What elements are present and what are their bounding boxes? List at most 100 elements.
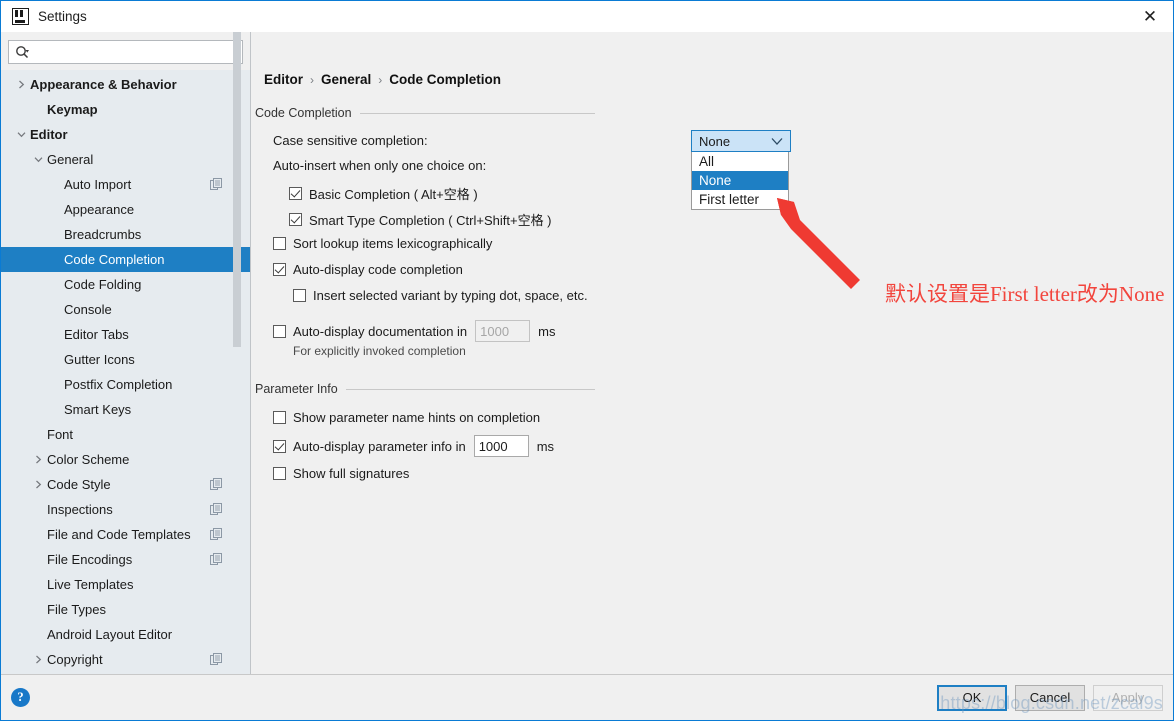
sidebar-item-smart-keys[interactable]: Smart Keys — [1, 397, 250, 422]
copy-settings-icon[interactable] — [210, 653, 222, 668]
copy-settings-icon[interactable] — [210, 178, 222, 193]
sidebar-item-appearance-behavior[interactable]: Appearance & Behavior — [1, 72, 250, 97]
sidebar-item-code-style[interactable]: Code Style — [1, 472, 250, 497]
breadcrumb-part-editor[interactable]: Editor — [264, 72, 303, 87]
auto-display-documentation-row[interactable]: Auto-display documentation in 1000 ms — [273, 320, 556, 342]
auto-display-documentation-unit: ms — [538, 323, 556, 339]
search-input[interactable] — [30, 42, 242, 62]
sidebar-item-label: Postfix Completion — [64, 377, 173, 392]
case-sensitive-completion-options[interactable]: All None First letter — [691, 152, 789, 210]
sidebar-item-file-and-code-templates[interactable]: File and Code Templates — [1, 522, 250, 547]
sidebar-item-inspections[interactable]: Inspections — [1, 497, 250, 522]
sidebar-item-gutter-icons[interactable]: Gutter Icons — [1, 347, 250, 372]
chevron-down-icon[interactable] — [13, 130, 30, 139]
sidebar-item-color-scheme[interactable]: Color Scheme — [1, 447, 250, 472]
show-full-signatures-row[interactable]: Show full signatures — [273, 466, 409, 481]
sidebar-item-label: Color Scheme — [47, 452, 130, 467]
sidebar-item-label: General — [47, 152, 94, 167]
sidebar-item-code-folding[interactable]: Code Folding — [1, 272, 250, 297]
case-sensitive-option-none[interactable]: None — [692, 171, 788, 190]
settings-main-panel: Editor › General › Code Completion Code … — [251, 32, 1173, 674]
sidebar-scrollbar-thumb[interactable] — [233, 32, 241, 347]
group-header-code-completion: Code Completion — [255, 106, 595, 120]
auto-display-code-completion-row[interactable]: Auto-display code completion — [273, 262, 463, 277]
sidebar-item-keymap[interactable]: Keymap — [1, 97, 250, 122]
sidebar-item-auto-import[interactable]: Auto Import — [1, 172, 250, 197]
chevron-down-icon[interactable] — [30, 155, 47, 164]
basic-completion-checkbox[interactable] — [289, 187, 302, 200]
sidebar-item-editor-tabs[interactable]: Editor Tabs — [1, 322, 250, 347]
sidebar-item-label: Smart Keys — [64, 402, 132, 417]
close-icon[interactable]: ✕ — [1127, 1, 1173, 32]
copy-settings-icon[interactable] — [210, 553, 222, 568]
sort-lookup-checkbox[interactable] — [273, 237, 286, 250]
ok-button[interactable]: OK — [937, 684, 1007, 711]
help-icon[interactable]: ? — [11, 688, 30, 707]
auto-insert-label: Auto-insert when only one choice on: — [273, 158, 487, 173]
case-sensitive-option-all[interactable]: All — [692, 152, 788, 171]
sidebar-item-postfix-completion[interactable]: Postfix Completion — [1, 372, 250, 397]
dialog-footer: ? OK Cancel Apply https://blog.csdn.net/… — [1, 674, 1173, 720]
smart-type-completion-checkbox[interactable] — [289, 213, 302, 226]
basic-completion-row[interactable]: Basic Completion ( Alt+空格 ) — [289, 184, 478, 203]
case-sensitive-completion-row: Case sensitive completion: — [273, 133, 428, 148]
copy-settings-icon[interactable] — [210, 478, 222, 493]
settings-sidebar: Appearance & Behavior Keymap Editor General… — [1, 32, 251, 674]
sidebar-item-editor[interactable]: Editor — [1, 122, 250, 147]
auto-display-documentation-delay-input[interactable]: 1000 — [475, 320, 531, 342]
hint-text: For explicitly invoked completion — [293, 344, 466, 358]
window-title: Settings — [38, 9, 87, 24]
show-parameter-hints-row[interactable]: Show parameter name hints on completion — [273, 410, 540, 425]
sidebar-item-label: Live Templates — [47, 577, 134, 592]
auto-display-parameter-info-checkbox[interactable] — [273, 439, 286, 453]
sort-lookup-row[interactable]: Sort lookup items lexicographically — [273, 236, 492, 251]
sidebar-item-general[interactable]: General — [1, 147, 250, 172]
sidebar-item-label: Editor — [30, 127, 68, 142]
sidebar-item-label: Keymap — [47, 102, 98, 117]
show-parameter-hints-checkbox[interactable] — [273, 411, 286, 424]
chevron-right-icon: › — [378, 72, 383, 87]
insert-selected-variant-checkbox[interactable] — [293, 289, 306, 302]
chevron-right-icon[interactable] — [30, 655, 47, 664]
divider — [359, 112, 595, 114]
insert-selected-variant-row[interactable]: Insert selected variant by typing dot, s… — [293, 288, 588, 303]
show-full-signatures-checkbox[interactable] — [273, 467, 286, 480]
cancel-button[interactable]: Cancel — [1015, 684, 1085, 711]
sidebar-item-android-layout-editor[interactable]: Android Layout Editor — [1, 622, 250, 647]
copy-settings-icon[interactable] — [210, 503, 222, 518]
basic-completion-label: Basic Completion ( Alt+空格 ) — [309, 187, 478, 202]
sidebar-item-breadcrumbs[interactable]: Breadcrumbs — [1, 222, 250, 247]
sidebar-item-label: Code Style — [47, 477, 111, 492]
sidebar-item-appearance[interactable]: Appearance — [1, 197, 250, 222]
chevron-right-icon[interactable] — [30, 455, 47, 464]
sidebar-item-label: Auto Import — [64, 177, 132, 192]
show-parameter-hints-label: Show parameter name hints on completion — [293, 410, 541, 425]
sidebar-item-code-completion[interactable]: Code Completion — [1, 247, 250, 272]
sidebar-item-console[interactable]: Console — [1, 297, 250, 322]
sidebar-item-label: Breadcrumbs — [64, 227, 142, 242]
copy-settings-icon[interactable] — [210, 528, 222, 543]
breadcrumb-part-general[interactable]: General — [321, 72, 371, 87]
sidebar-item-label: Gutter Icons — [64, 352, 135, 367]
smart-type-completion-row[interactable]: Smart Type Completion ( Ctrl+Shift+空格 ) — [289, 210, 552, 229]
sidebar-item-font[interactable]: Font — [1, 422, 250, 447]
case-sensitive-option-first-letter[interactable]: First letter — [692, 190, 788, 209]
sidebar-item-file-types[interactable]: File Types — [1, 597, 250, 622]
sidebar-item-label: Editor Tabs — [64, 327, 129, 342]
auto-display-parameter-info-delay-input[interactable]: 1000 — [473, 435, 529, 457]
auto-display-parameter-info-row[interactable]: Auto-display parameter info in 1000 ms — [273, 435, 554, 457]
divider — [345, 388, 595, 390]
settings-tree[interactable]: Appearance & Behavior Keymap Editor General… — [1, 70, 250, 674]
chevron-right-icon[interactable] — [30, 480, 47, 489]
auto-display-code-completion-checkbox[interactable] — [273, 263, 286, 276]
breadcrumb: Editor › General › Code Completion — [264, 72, 501, 87]
auto-display-documentation-checkbox[interactable] — [273, 324, 286, 338]
chevron-right-icon[interactable] — [13, 80, 30, 89]
search-box[interactable] — [8, 40, 243, 64]
sidebar-item-file-encodings[interactable]: File Encodings — [1, 547, 250, 572]
case-sensitive-completion-dropdown[interactable]: None — [691, 130, 791, 152]
sidebar-item-live-templates[interactable]: Live Templates — [1, 572, 250, 597]
sidebar-item-copyright[interactable]: Copyright — [1, 647, 250, 672]
title-bar: Settings ✕ — [1, 1, 1173, 32]
smart-type-completion-label: Smart Type Completion ( Ctrl+Shift+空格 ) — [309, 213, 552, 228]
